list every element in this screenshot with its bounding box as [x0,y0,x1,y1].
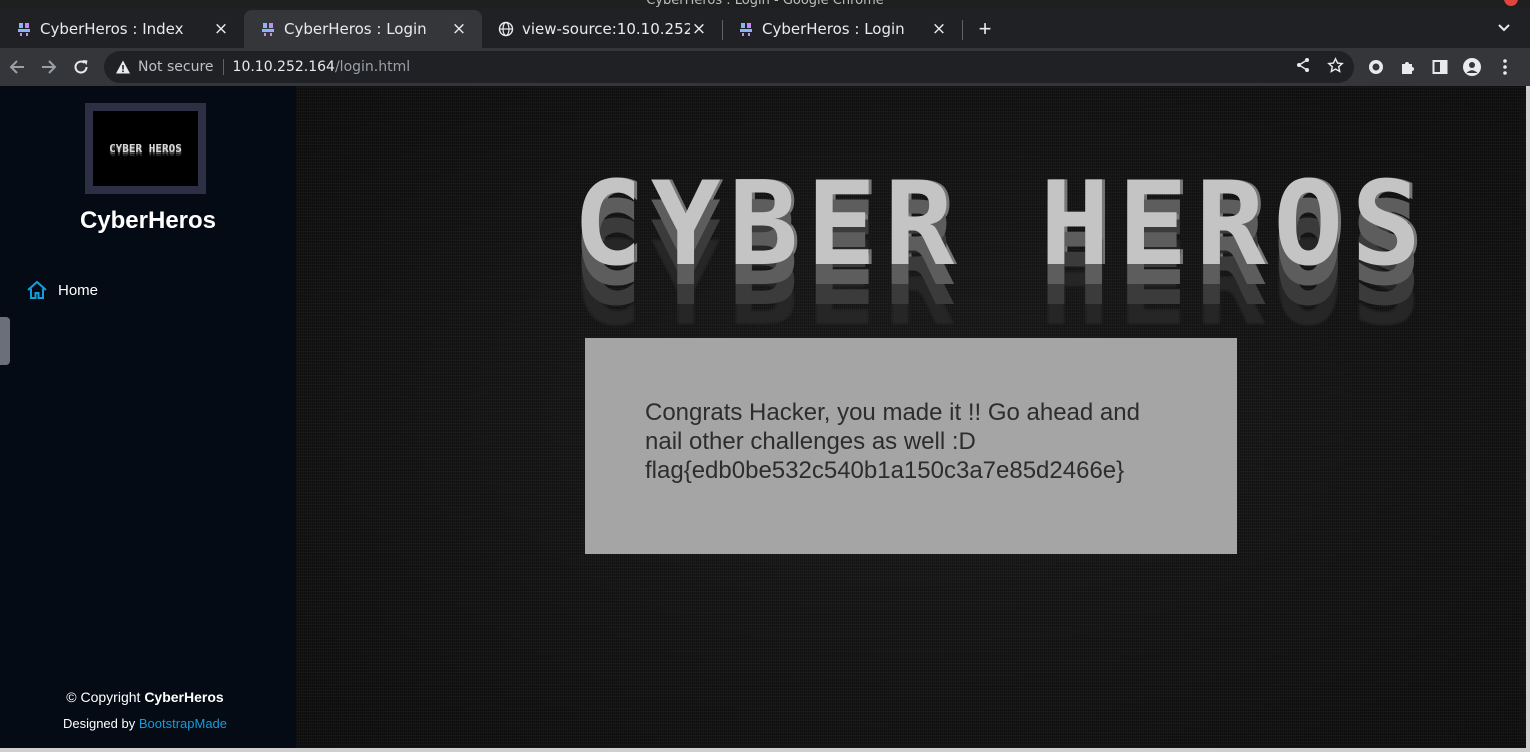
back-button[interactable] [4,54,30,80]
home-icon [26,279,48,301]
site-logo[interactable]: CYBER HEROS [85,103,206,194]
cyberheros-favicon-icon [738,21,754,37]
logo-image: CYBER HEROS [93,111,198,186]
browser-menu-kebab-icon[interactable] [1494,56,1516,78]
bootstrapmade-link[interactable]: BootstrapMade [139,716,227,731]
forward-button[interactable] [36,54,62,80]
banner-text: CYBER HEROS [572,157,1430,292]
side-panel-icon[interactable] [1429,56,1451,78]
url-host: 10.10.252.164 [232,59,335,75]
reload-button[interactable] [68,54,94,80]
window-border-right [1526,86,1530,752]
address-bar[interactable]: Not secure 10.10.252.164 /login.html [104,51,1354,83]
extension-circle-icon[interactable] [1365,56,1387,78]
tab-view-source[interactable]: view-source:10.10.252.164 × [482,10,722,48]
tab-login-2[interactable]: CyberHeros : Login × [722,10,962,48]
footer-credits: Designed by BootstrapMade [0,716,290,731]
congrats-message: Congrats Hacker, you made it !! Go ahead… [645,399,1140,484]
tab-separator [962,20,963,40]
cyberheros-banner: CYBER HEROS [558,157,1444,338]
tab-login-active[interactable]: CyberHeros : Login × [244,10,482,48]
cyberheros-favicon-icon [16,21,32,37]
tab-close-icon[interactable]: × [212,19,230,39]
window-titlebar: CyberHeros : Login - Google Chrome [0,0,1530,8]
side-drawer-handle[interactable] [0,317,10,365]
tab-close-icon[interactable]: × [690,19,708,39]
congrats-message-box: Congrats Hacker, you made it !! Go ahead… [585,338,1237,554]
omnibox-divider [222,59,224,75]
tab-search-chevron-icon[interactable] [1494,18,1514,38]
footer-copyright: © Copyright CyberHeros [0,689,290,705]
extensions-puzzle-icon[interactable] [1397,56,1419,78]
tab-label: CyberHeros : Index [40,20,184,38]
page-viewport: CYBER HEROS CyberHeros Home © Copyright … [0,86,1526,748]
tab-label: CyberHeros : Login [284,20,427,38]
cyberheros-favicon-icon [260,21,276,37]
warning-triangle-icon[interactable] [114,58,132,76]
site-name[interactable]: CyberHeros [0,207,296,235]
tab-label: view-source:10.10.252.164 [522,20,690,38]
designed-by-prefix: Designed by [62,716,139,731]
browser-toolbar: Not secure 10.10.252.164 /login.html [0,48,1530,86]
logo-text: CYBER HEROS [109,142,182,155]
window-title: CyberHeros : Login - Google Chrome [646,0,884,8]
share-icon[interactable] [1293,55,1313,75]
copyright-prefix: © Copyright [66,689,145,705]
sidebar: CYBER HEROS CyberHeros Home © Copyright … [0,86,296,748]
bookmark-star-icon[interactable] [1325,55,1345,75]
new-tab-button[interactable]: + [972,16,998,42]
tab-strip: CyberHeros : Index × CyberHeros : Login … [0,8,1530,48]
main-content: CYBER HEROS Congrats Hacker, you made it… [296,86,1526,748]
copyright-brand: CyberHeros [144,689,224,705]
nav-item-label: Home [58,281,99,299]
window-border-bottom [0,748,1530,752]
tab-index[interactable]: CyberHeros : Index × [0,10,244,48]
globe-icon [498,21,514,37]
nav-item-home[interactable]: Home [26,279,98,301]
profile-avatar-icon[interactable] [1461,56,1483,78]
tab-label: CyberHeros : Login [762,20,905,38]
tab-close-icon[interactable]: × [930,19,948,39]
security-status: Not secure [138,59,214,75]
url-path: /login.html [334,59,411,75]
tab-close-icon[interactable]: × [450,19,468,39]
